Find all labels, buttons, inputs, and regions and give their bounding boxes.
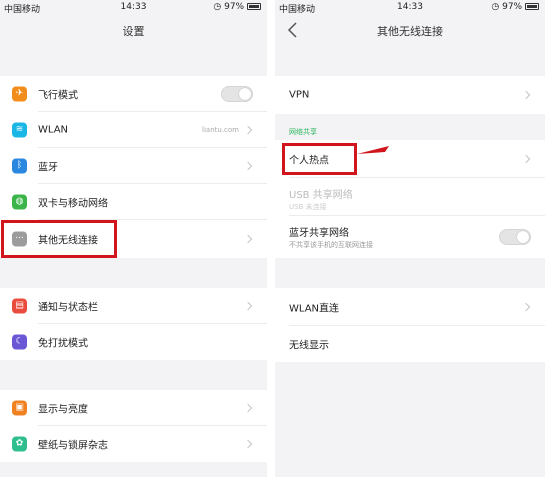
wlan-network-value: liantu.com	[202, 126, 239, 134]
section-header-tethering: 网络共享	[289, 128, 317, 136]
item-label: 通知与状态栏	[38, 302, 98, 314]
highlight-box-other-wireless	[1, 220, 117, 258]
chevron-right-icon	[243, 439, 253, 449]
item-label: 壁纸与锁屏杂志	[38, 440, 108, 452]
battery-icon	[525, 3, 539, 10]
nav-bar: 其他无线连接	[275, 16, 545, 44]
pointer-arrow-icon	[357, 146, 389, 154]
other-wireless-screen: 中国移动 14:33 ◷ 97% 其他无线连接 VPN 网络共享 个人热点 US…	[275, 0, 545, 477]
settings-item-dual-sim[interactable]: ◍ 双卡与移动网络	[0, 184, 267, 220]
item-label: 无线显示	[289, 340, 329, 352]
status-right: ◷ 97%	[491, 2, 539, 12]
settings-item-display[interactable]: ▣ 显示与亮度	[0, 390, 267, 426]
item-label: 蓝牙	[38, 162, 58, 174]
item-label: USB 共享网络	[289, 190, 353, 201]
settings-item-wireless-display[interactable]: 无线显示	[275, 326, 545, 362]
bluetooth-icon: ᛒ	[12, 158, 27, 174]
battery-percent: 97%	[224, 2, 245, 12]
chevron-right-icon	[521, 302, 531, 312]
notification-icon: ▤	[12, 298, 27, 314]
chevron-right-icon	[243, 403, 253, 413]
chevron-right-icon	[521, 154, 531, 164]
settings-screen: 中国移动 14:33 ◷ 97% 设置 ✈ 飞行模式 ≋ WLAN liantu…	[0, 0, 267, 477]
status-bar: 中国移动 14:33 ◷ 97%	[0, 0, 267, 16]
highlight-box-personal-hotspot	[282, 143, 357, 175]
settings-item-airplane-mode[interactable]: ✈ 飞行模式	[0, 76, 267, 112]
item-sublabel: 不共享该手机的互联网连接	[289, 241, 373, 249]
settings-item-wlan-direct[interactable]: WLAN直连	[275, 288, 545, 326]
battery-percent: 97%	[502, 2, 523, 12]
settings-item-wlan[interactable]: ≋ WLAN liantu.com	[0, 112, 267, 148]
item-label: VPN	[289, 89, 310, 101]
globe-icon: ◍	[12, 194, 27, 210]
moon-icon: ☾	[12, 334, 27, 350]
chevron-right-icon	[243, 125, 253, 135]
display-icon: ▣	[12, 400, 27, 416]
settings-item-notifications[interactable]: ▤ 通知与状态栏	[0, 288, 267, 324]
status-bar: 中国移动 14:33 ◷ 97%	[275, 0, 545, 16]
bluetooth-tethering-toggle[interactable]	[499, 229, 531, 245]
settings-item-vpn[interactable]: VPN	[275, 76, 545, 114]
flower-icon: ✿	[12, 436, 27, 452]
item-sublabel: USB 未连接	[289, 203, 327, 211]
status-right: ◷ 97%	[213, 2, 261, 12]
alarm-icon: ◷	[491, 2, 500, 12]
item-label: WLAN直连	[289, 303, 340, 315]
item-label: 飞行模式	[38, 90, 78, 102]
chevron-right-icon	[243, 234, 253, 244]
settings-item-do-not-disturb[interactable]: ☾ 免打扰模式	[0, 324, 267, 360]
item-label: 免打扰模式	[38, 338, 88, 350]
chevron-right-icon	[243, 301, 253, 311]
item-label: 双卡与移动网络	[38, 198, 108, 210]
airplane-mode-toggle[interactable]	[221, 86, 253, 102]
chevron-right-icon	[521, 90, 531, 100]
settings-item-wallpaper[interactable]: ✿ 壁纸与锁屏杂志	[0, 426, 267, 462]
nav-bar: 设置	[0, 16, 267, 44]
chevron-right-icon	[243, 161, 253, 171]
item-label: 蓝牙共享网络	[289, 228, 349, 239]
settings-item-bluetooth[interactable]: ᛒ 蓝牙	[0, 148, 267, 184]
item-label: WLAN	[38, 124, 69, 136]
settings-item-usb-tethering: USB 共享网络 USB 未连接	[275, 178, 545, 216]
wifi-icon: ≋	[12, 122, 27, 138]
battery-icon	[247, 3, 261, 10]
alarm-icon: ◷	[213, 2, 222, 12]
settings-item-bluetooth-tethering[interactable]: 蓝牙共享网络 不共享该手机的互联网连接	[275, 216, 545, 258]
airplane-icon: ✈	[12, 86, 27, 102]
item-label: 显示与亮度	[38, 404, 88, 416]
page-title: 设置	[122, 25, 145, 38]
page-title: 其他无线连接	[377, 25, 443, 38]
